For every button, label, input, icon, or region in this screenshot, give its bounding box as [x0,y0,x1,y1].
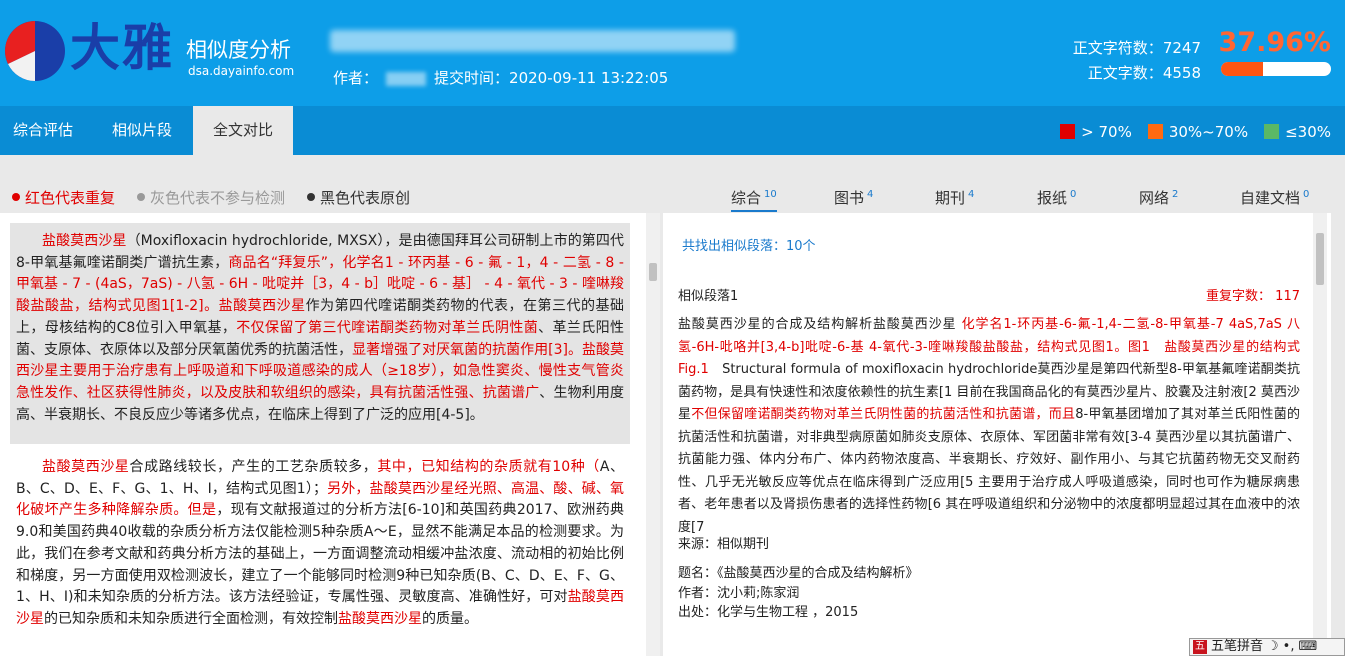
tab-fulltext-compare[interactable]: 全文对比 [193,106,293,155]
source-text-original-run: 的已知杂质和未知杂质进行全面检测，有效控制 [44,610,338,627]
source-author: 作者：沈小莉;陈家润 [678,585,800,601]
source-paragraph-2[interactable]: 盐酸莫西沙星合成路线较长，产生的工艺杂质较多，其中，已知结构的杂质就有10种（A… [10,449,630,639]
ime-keyboard-icon[interactable]: ⌨ [1298,639,1317,655]
legend-low: ≤30% [1264,123,1331,141]
source-paragraph-1[interactable]: 盐酸莫西沙星（Moxifloxacin hydrochloride, MXSX）… [10,223,630,444]
similarity-bar [1221,62,1331,76]
legend-mid: 30%~70% [1147,123,1248,141]
brand-url: dsa.dayainfo.com [188,64,295,78]
similar-para-header: 相似段落1 重复字数： 117 [678,285,1300,304]
source-text-duplicate-run: 盐酸莫西沙星 [42,233,127,249]
cat-tab-newspapers[interactable]: 报纸 0 [1037,187,1076,208]
cat-tab-custom-docs[interactable]: 自建文档 0 [1240,187,1309,208]
right-scrollbar[interactable] [1313,213,1327,656]
key-red: 红色代表重复 [12,187,115,208]
source-text-duplicate-run: 盐酸莫西沙星 [338,610,422,627]
cat-tab-all[interactable]: 综合 10 [731,187,777,212]
header: 大雅 相似度分析 dsa.dayainfo.com 作者： 提交时间：2020-0… [0,0,1345,106]
cat-tab-books[interactable]: 图书 4 [834,187,873,208]
left-scrollbar-thumb[interactable] [649,263,657,281]
ime-moon-icon[interactable]: ☽ [1267,639,1279,655]
source-text-duplicate-run: 盐酸莫西沙星 [42,459,130,475]
cat-tab-journals[interactable]: 期刊 4 [935,187,974,208]
source-text-original-run: 合成路线较长，产生的工艺杂质较多， [129,459,378,475]
found-count: 共找出相似段落：10个 [682,239,816,254]
key-black: 黑色代表原创 [307,187,410,208]
similar-text-original-run: 8-甲氧基团增加了其对革兰氏阳性菌的抗菌活性和抗菌谱，对非典型病原菌如肺炎支原体… [678,407,1300,535]
source-text-duplicate-run: 其中，已知结构的杂质就有10种（ [377,459,600,475]
ime-punct-icon[interactable]: •, [1283,639,1295,655]
doc-meta: 作者： 提交时间：2020-09-11 13:22:05 [333,67,668,88]
stats: 正文字符数：7247 正文字数：4558 [1073,36,1201,86]
legend-low-swatch [1264,124,1280,139]
source-text-duplicate-run: 不仅保留了第三代喹诺酮类药物对革兰氏阴性菌 [236,319,539,336]
char-count-label: 正文字符数： [1072,39,1163,57]
similar-text-duplicate-run: 不但保留喹诺酮类药物对革兰氏阴性菌的抗菌活性和抗菌谱，而且 [691,407,1076,422]
logo-icon [5,21,65,81]
color-legend: > 70% 30%~70% ≤30% [1060,123,1331,141]
sub-toolbar: 红色代表重复 灰色代表不参与检测 黑色代表原创 综合 10 图书 4 期刊 4 报纸 0… [0,175,1345,213]
word-count: 4558 [1162,64,1201,82]
similar-result-pane[interactable]: 共找出相似段落：10个 相似段落1 重复字数： 117 盐酸莫西沙星的合成及结构… [663,213,1331,656]
source-title[interactable]: 题名：《盐酸莫西沙星的合成及结构解析》 [678,564,919,584]
char-count: 7247 [1162,39,1201,57]
legend-mid-swatch [1147,124,1163,139]
similar-text-original-run: 盐酸莫西沙星的合成及结构解析盐酸莫西沙星 [678,317,962,332]
source-type: 来源：相似期刊 [678,537,770,552]
doc-title-redacted [330,30,735,52]
similar-para-title: 相似段落1 [678,289,739,304]
similar-para-body: 盐酸莫西沙星的合成及结构解析盐酸莫西沙星 化学名1-环丙基-6-氟-1,4-二氢… [678,314,1300,539]
source-text-original-run: 的质量。 [422,610,478,627]
author-redacted [386,71,427,86]
ime-logo-icon: 五 [1193,640,1207,654]
word-count-label: 正文字数： [1087,64,1163,82]
brand-title: 相似度分析 [186,38,291,62]
submit-time: 2020-09-11 13:22:05 [509,69,669,87]
right-scrollbar-thumb[interactable] [1316,233,1324,285]
source-document-pane[interactable]: 盐酸莫西沙星（Moxifloxacin hydrochloride, MXSX）… [0,213,660,656]
navbar: 综合评估 相似片段 全文对比 > 70% 30%~70% ≤30% [0,106,1345,155]
logo-text: 大雅 [70,18,174,77]
left-scrollbar[interactable] [646,213,660,656]
author-label: 作者： [333,69,379,87]
cat-tab-web[interactable]: 网络 2 [1139,187,1178,208]
tab-similar-fragments[interactable]: 相似片段 [99,106,185,155]
tab-overall[interactable]: 综合评估 [0,106,86,155]
legend-high: > 70% [1060,123,1132,141]
legend-high-swatch [1060,124,1076,139]
key-gray: 灰色代表不参与检测 [137,187,285,208]
source-info: 题名：《盐酸莫西沙星的合成及结构解析》 作者：沈小莉;陈家润 出处：化学与生物工… [678,564,919,623]
submit-label: 提交时间： [434,69,510,87]
repeat-count: 重复字数： 117 [1206,289,1300,304]
source-origin: 出处：化学与生物工程 ，2015 [678,605,859,620]
similarity-bar-fill [1221,62,1263,76]
ime-label: 五笔拼音 [1211,639,1264,654]
similarity-percent: 37.96% [1218,27,1331,58]
ime-toolbar[interactable]: 五 五笔拼音 ☽ •, ⌨ [1189,638,1345,656]
